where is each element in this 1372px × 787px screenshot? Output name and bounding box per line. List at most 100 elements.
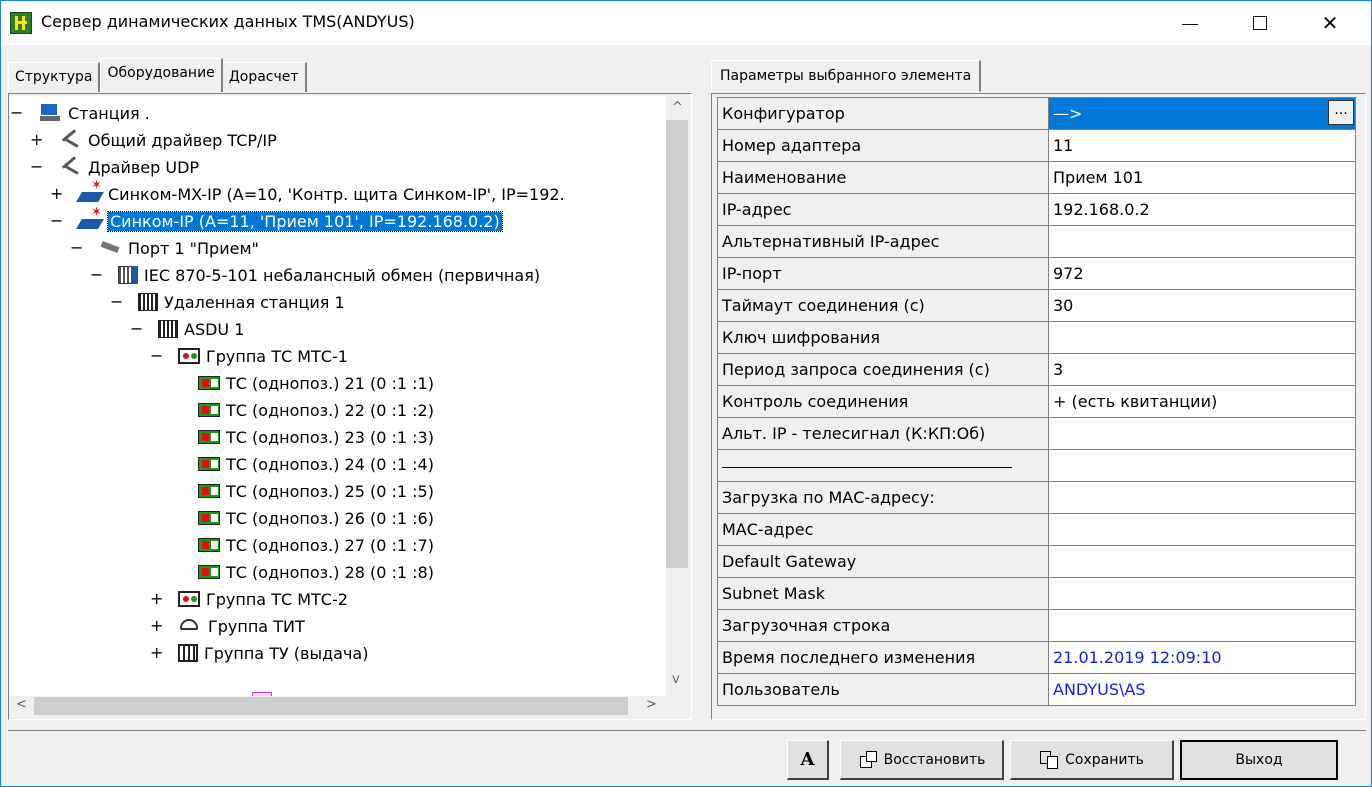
scroll-down-arrow-icon[interactable]: v bbox=[672, 672, 680, 687]
property-row[interactable]: Контроль соединения + (есть квитанции) bbox=[717, 385, 1356, 418]
restore-icon bbox=[858, 750, 878, 770]
scroll-right-arrow-icon[interactable]: > bbox=[646, 697, 657, 712]
property-value[interactable] bbox=[1048, 577, 1356, 610]
tree-node[interactable]: Группа ТС МТС-2 bbox=[178, 586, 348, 612]
tree-node[interactable]: Группа ТИТ bbox=[178, 613, 305, 639]
property-row[interactable]: Конфигуратор —>... bbox=[717, 97, 1356, 130]
collapse-icon[interactable]: − bbox=[110, 292, 123, 311]
property-row[interactable]: Альтернативный IP-адрес bbox=[717, 225, 1356, 258]
tab-equipment[interactable]: Оборудование bbox=[100, 58, 223, 92]
tree-node[interactable]: ТС (однопоз.) 23 (0 :1 :3) bbox=[198, 424, 434, 450]
expand-icon[interactable]: + bbox=[150, 643, 163, 662]
tree-node[interactable]: Порт 1 "Прием" bbox=[98, 235, 259, 261]
collapse-icon[interactable]: − bbox=[150, 346, 163, 365]
font-icon: A bbox=[800, 749, 815, 770]
tree-node[interactable]: Синком-MX-IP (A=10, 'Контр. щита Синком-… bbox=[78, 178, 565, 207]
expand-icon[interactable]: + bbox=[30, 130, 43, 149]
property-value[interactable] bbox=[1048, 321, 1356, 354]
property-row[interactable]: Загрузка по МАС-адресу: bbox=[717, 481, 1356, 514]
tree-node[interactable]: ТС (однопоз.) 25 (0 :1 :5) bbox=[198, 478, 434, 504]
tab-recalc[interactable]: Дорасчет bbox=[222, 62, 307, 92]
tree-node[interactable]: Удаленная станция 1 bbox=[138, 289, 345, 315]
property-value[interactable] bbox=[1048, 609, 1356, 642]
tree-node[interactable]: Группа ТУ (выдача) bbox=[178, 640, 368, 666]
property-row[interactable]: Загрузочная строка bbox=[717, 609, 1356, 642]
property-value[interactable]: 30 bbox=[1048, 289, 1356, 322]
property-value[interactable]: + (есть квитанции) bbox=[1048, 385, 1356, 418]
collapse-icon[interactable]: − bbox=[70, 238, 83, 257]
property-value[interactable]: 11 bbox=[1048, 129, 1356, 162]
property-row[interactable]: Период запроса соединения (с) 3 bbox=[717, 353, 1356, 386]
property-row[interactable]: Пользователь ANDYUS\AS bbox=[717, 673, 1356, 706]
exit-button[interactable]: Выход bbox=[1180, 740, 1338, 780]
property-value[interactable]: —>... bbox=[1048, 97, 1356, 130]
tree-node[interactable]: Драйвер UDP bbox=[58, 154, 199, 180]
collapse-icon[interactable]: − bbox=[30, 157, 43, 176]
expand-icon[interactable]: + bbox=[50, 184, 63, 203]
tree-node[interactable]: ТС (однопоз.) 21 (0 :1 :1) bbox=[198, 370, 434, 396]
property-value[interactable]: ANDYUS\AS bbox=[1048, 673, 1356, 706]
property-row[interactable]: IP-порт 972 bbox=[717, 257, 1356, 290]
property-row[interactable]: Альт. IP - телесигнал (К:КП:Об) bbox=[717, 417, 1356, 450]
tree-node[interactable]: Группа ТС МТС-1 bbox=[178, 343, 348, 369]
tab-structure[interactable]: Структура bbox=[8, 62, 101, 92]
equipment-tree[interactable]: − Станция . + Общий драйвер TCP/IP − Драйвер … bbox=[10, 96, 666, 696]
tree-node[interactable]: IEC 870-5-101 небалансный обмен (первичн… bbox=[118, 262, 540, 288]
property-value[interactable] bbox=[1048, 225, 1356, 258]
property-value[interactable] bbox=[1048, 449, 1356, 482]
property-value[interactable]: 972 bbox=[1048, 257, 1356, 290]
tab-selected-params[interactable]: Параметры выбранного элемента bbox=[711, 60, 982, 92]
property-value[interactable] bbox=[1048, 513, 1356, 546]
property-row[interactable]: Ключ шифрования bbox=[717, 321, 1356, 354]
property-name: IP-порт bbox=[717, 257, 1049, 290]
property-row[interactable]: Subnet Mask bbox=[717, 577, 1356, 610]
scroll-left-arrow-icon[interactable]: < bbox=[16, 697, 27, 712]
property-row[interactable]: Наименование Прием 101 bbox=[717, 161, 1356, 194]
tree-node[interactable]: ASDU 1 bbox=[158, 316, 244, 342]
property-row[interactable]: IP-адрес 192.168.0.2 bbox=[717, 193, 1356, 226]
scroll-up-arrow-icon[interactable]: ^ bbox=[672, 100, 683, 115]
separator-line bbox=[722, 467, 1012, 468]
tree-node[interactable]: Синком-IP (A=11, 'Прием 101', IP=192.168… bbox=[78, 205, 503, 234]
property-name: Контроль соединения bbox=[717, 385, 1049, 418]
property-value[interactable] bbox=[1048, 545, 1356, 578]
expand-icon[interactable]: + bbox=[150, 616, 163, 635]
property-value[interactable]: Прием 101 bbox=[1048, 161, 1356, 194]
property-row[interactable]: Default Gateway bbox=[717, 545, 1356, 578]
close-button[interactable]: ✕ bbox=[1301, 1, 1359, 45]
minimize-button[interactable] bbox=[1161, 1, 1219, 45]
maximize-button[interactable] bbox=[1231, 1, 1289, 45]
property-value[interactable]: 21.01.2019 12:09:10 bbox=[1048, 641, 1356, 674]
property-value[interactable]: 3 bbox=[1048, 353, 1356, 386]
vertical-scroll-thumb[interactable] bbox=[666, 120, 688, 568]
collapse-icon[interactable]: − bbox=[10, 103, 23, 122]
expand-icon[interactable]: + bbox=[150, 589, 163, 608]
restore-button[interactable]: Восстановить bbox=[840, 740, 1004, 780]
tree-node[interactable]: ТС (однопоз.) 28 (0 :1 :8) bbox=[198, 559, 434, 585]
horizontal-scroll-thumb[interactable] bbox=[34, 697, 628, 715]
collapse-icon[interactable]: − bbox=[90, 265, 103, 284]
property-row[interactable]: Таймаут соединения (с) 30 bbox=[717, 289, 1356, 322]
property-value[interactable] bbox=[1048, 481, 1356, 514]
property-value[interactable] bbox=[1048, 417, 1356, 450]
tree-node[interactable]: ТС (однопоз.) 26 (0 :1 :6) bbox=[198, 505, 434, 531]
save-button[interactable]: Сохранить bbox=[1010, 740, 1174, 780]
collapse-icon[interactable]: − bbox=[50, 211, 63, 230]
tree-node-label: Синком-IP (A=11, 'Прием 101', IP=192.168… bbox=[107, 210, 503, 232]
font-button[interactable]: A bbox=[787, 740, 829, 780]
open-configurator-button[interactable]: ... bbox=[1328, 100, 1354, 125]
tree-node[interactable]: ТС (однопоз.) 22 (0 :1 :2) bbox=[198, 397, 434, 423]
tree-node[interactable]: Общий драйвер TCP/IP bbox=[58, 127, 277, 153]
tree-node[interactable]: ТС (однопоз.) 24 (0 :1 :4) bbox=[198, 451, 434, 477]
tree-node[interactable]: Станция . bbox=[38, 100, 150, 126]
property-row[interactable]: Номер адаптера 11 bbox=[717, 129, 1356, 162]
property-value[interactable]: 192.168.0.2 bbox=[1048, 193, 1356, 226]
property-row[interactable] bbox=[717, 449, 1356, 482]
tree-node-label: Группа ТС МТС-1 bbox=[206, 346, 348, 366]
collapse-icon[interactable]: − bbox=[130, 319, 143, 338]
property-value-text: Прием 101 bbox=[1053, 168, 1144, 187]
property-row[interactable]: МАС-адрес bbox=[717, 513, 1356, 546]
property-row[interactable]: Время последнего изменения 21.01.2019 12:… bbox=[717, 641, 1356, 674]
tree-node[interactable]: ТС (однопоз.) 27 (0 :1 :7) bbox=[198, 532, 434, 558]
ts-icon bbox=[198, 376, 220, 390]
